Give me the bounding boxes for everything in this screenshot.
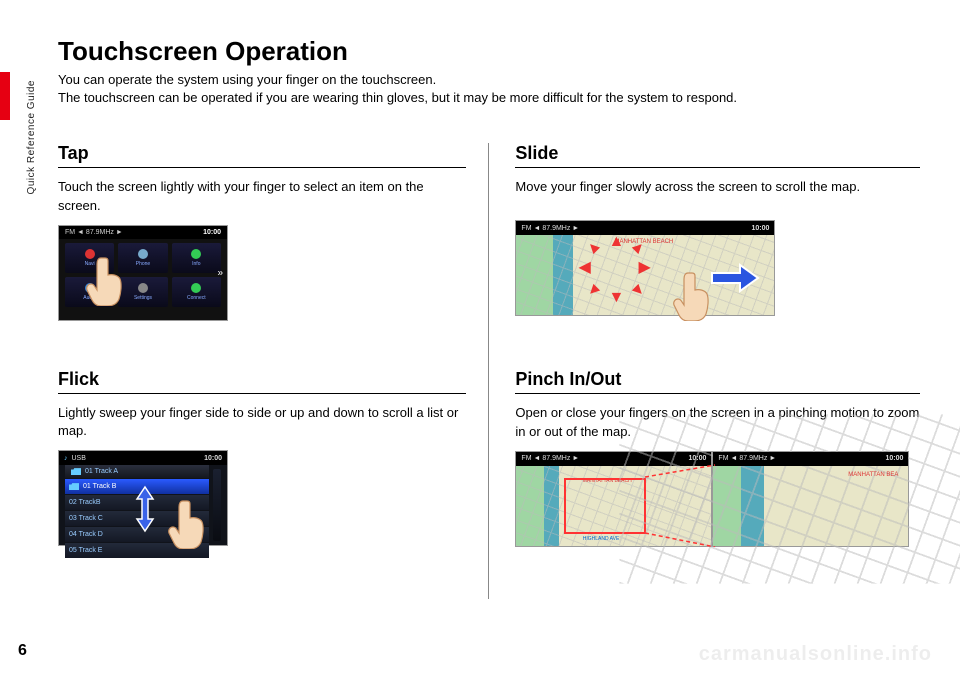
- tile-label: Info: [192, 261, 200, 267]
- status-time: 10:00: [752, 225, 770, 232]
- section-tab: [0, 72, 10, 120]
- chevron-right-icon: »: [217, 267, 223, 278]
- list-item: 02 TrackB: [69, 499, 101, 506]
- section-desc: Lightly sweep your finger side to side o…: [58, 404, 466, 440]
- source-label: USB: [72, 455, 86, 462]
- page-title: Touchscreen Operation: [58, 36, 920, 67]
- pinch-after: MANHATTAN BEA FM ◄ 87.9MHz ► 10:00: [712, 451, 909, 547]
- screenshot-tap: FM ◄ 87.9MHz ► 10:00 Navi Phone Info Aud…: [58, 225, 228, 321]
- intro-line: The touchscreen can be operated if you a…: [58, 89, 920, 107]
- street-label: HIGHLAND AVE: [583, 536, 620, 542]
- folder-icon: [69, 483, 79, 490]
- intro-line: You can operate the system using your fi…: [58, 71, 920, 89]
- intro-text: You can operate the system using your fi…: [58, 71, 920, 107]
- status-band: FM ◄ 87.9MHz ►: [65, 229, 123, 236]
- section-heading: Slide: [515, 143, 920, 168]
- section-desc: Move your finger slowly across the scree…: [515, 178, 920, 210]
- tile-label: Settings: [134, 295, 152, 301]
- left-column: Tap Touch the screen lightly with your f…: [58, 143, 486, 599]
- slide-direction-icon: [710, 263, 760, 298]
- page-number: 6: [18, 642, 27, 660]
- section-heading: Flick: [58, 369, 466, 394]
- column-divider: [488, 143, 489, 599]
- list-item: 05 Track E: [69, 547, 102, 554]
- section-desc: Touch the screen lightly with your finge…: [58, 178, 466, 214]
- screenshot-slide: MANHATTAN BEACH FM ◄ 87.9MHz ► 10:00 ▲▼◀…: [515, 220, 775, 316]
- status-time: 10:00: [886, 455, 904, 462]
- status-band: FM ◄ 87.9MHz ►: [718, 455, 776, 462]
- flick-arrows-icon: [133, 485, 157, 538]
- section-flick: Flick Lightly sweep your finger side to …: [58, 369, 466, 551]
- status-time: 10:00: [204, 455, 222, 462]
- status-time: 10:00: [203, 229, 221, 236]
- section-slide: Slide Move your finger slowly across the…: [515, 143, 920, 321]
- music-icon: ♪: [64, 455, 68, 462]
- folder-up-icon: [71, 468, 81, 475]
- tile-label: Phone: [136, 261, 150, 267]
- sidebar-label: Quick Reference Guide: [26, 80, 37, 194]
- list-item: 03 Track C: [69, 515, 103, 522]
- hand-flick-icon: [167, 497, 209, 549]
- hand-tap-icon: [85, 254, 127, 306]
- status-band: FM ◄ 87.9MHz ►: [521, 225, 579, 232]
- section-heading: Tap: [58, 143, 466, 168]
- list-item: 01 Track A: [85, 468, 118, 475]
- watermark: carmanualsonline.info: [699, 643, 932, 666]
- tile-label: Connect: [187, 295, 206, 301]
- screenshot-pinch: MANHATTAN BEACH HIGHLAND AVE FM ◄ 87.9MH…: [515, 451, 920, 547]
- hand-slide-icon: [672, 269, 714, 321]
- section-pinch: Pinch In/Out Open or close your fingers …: [515, 369, 920, 546]
- screenshot-flick: ♪ USB 10:00 01 Track A 01 Track B 02 Trac…: [58, 450, 228, 546]
- list-item: 01 Track B: [83, 483, 116, 490]
- section-heading: Pinch In/Out: [515, 369, 920, 394]
- page-content: Touchscreen Operation You can operate th…: [58, 36, 920, 599]
- list-item: 04 Track D: [69, 531, 103, 538]
- section-tap: Tap Touch the screen lightly with your f…: [58, 143, 466, 320]
- map-label: MANHATTAN BEA: [848, 472, 898, 478]
- scrollbar: [213, 469, 221, 541]
- status-band: FM ◄ 87.9MHz ►: [521, 455, 579, 462]
- right-column: Slide Move your finger slowly across the…: [491, 143, 920, 599]
